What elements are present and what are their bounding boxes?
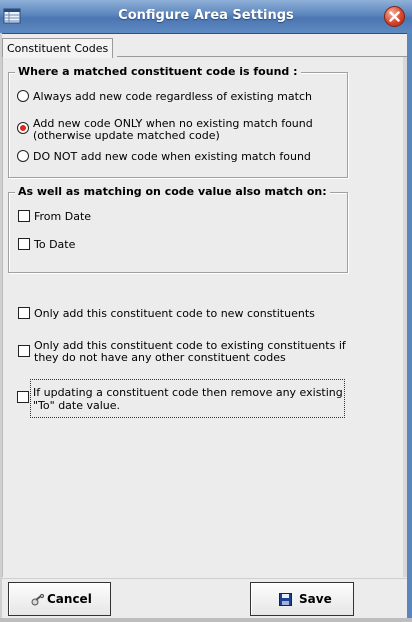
radio-add-only-no-match[interactable] [17, 122, 29, 134]
cancel-button[interactable]: Cancel [8, 582, 111, 616]
checkbox-existing-no-codes[interactable] [18, 345, 30, 357]
radio-add-only-no-match-label-line2[interactable]: (otherwise update matched code) [33, 129, 220, 142]
match-found-legend: Where a matched constituent code is foun… [15, 65, 301, 78]
also-match-legend: As well as matching on code value also m… [15, 185, 330, 198]
checkbox-existing-no-codes-label-line2[interactable]: they do not have any other constituent c… [34, 351, 286, 364]
save-disk-icon [279, 593, 292, 609]
tab-label: Constituent Codes [7, 42, 109, 55]
checkbox-from-date[interactable] [18, 210, 30, 222]
checkbox-from-date-label[interactable]: From Date [34, 210, 91, 223]
window-border-bottom [0, 618, 412, 622]
tab-constituent-codes[interactable]: Constituent Codes [2, 38, 114, 58]
cancel-button-label: Cancel [47, 592, 92, 606]
checkbox-to-date[interactable] [18, 238, 30, 250]
save-button[interactable]: Save [250, 582, 354, 616]
close-button[interactable] [384, 6, 405, 27]
window-title: Configure Area Settings [118, 8, 294, 23]
title-bar: Configure Area Settings [0, 0, 412, 34]
radio-always-add-label[interactable]: Always add new code regardless of existi… [33, 90, 312, 103]
checkbox-remove-to-date-label-line1[interactable]: If updating a constituent code then remo… [33, 386, 343, 399]
radio-do-not-add-label[interactable]: DO NOT add new code when existing match … [33, 150, 311, 163]
checkbox-remove-to-date[interactable] [17, 391, 29, 403]
radio-always-add[interactable] [17, 90, 29, 102]
save-button-label: Save [299, 592, 332, 606]
checkbox-new-constituents-only-label[interactable]: Only add this constituent code to new co… [34, 307, 315, 320]
panel-scroll-edge [403, 57, 407, 577]
window-border-right [407, 33, 412, 622]
checkbox-new-constituents-only[interactable] [18, 307, 30, 319]
checkbox-remove-to-date-label-line2[interactable]: "To" date value. [33, 399, 120, 412]
radio-do-not-add[interactable] [17, 150, 29, 162]
footer-separator [0, 578, 407, 579]
also-match-group: As well as matching on code value also m… [8, 185, 348, 273]
cancel-icon [31, 593, 45, 609]
checkbox-to-date-label[interactable]: To Date [34, 238, 75, 251]
